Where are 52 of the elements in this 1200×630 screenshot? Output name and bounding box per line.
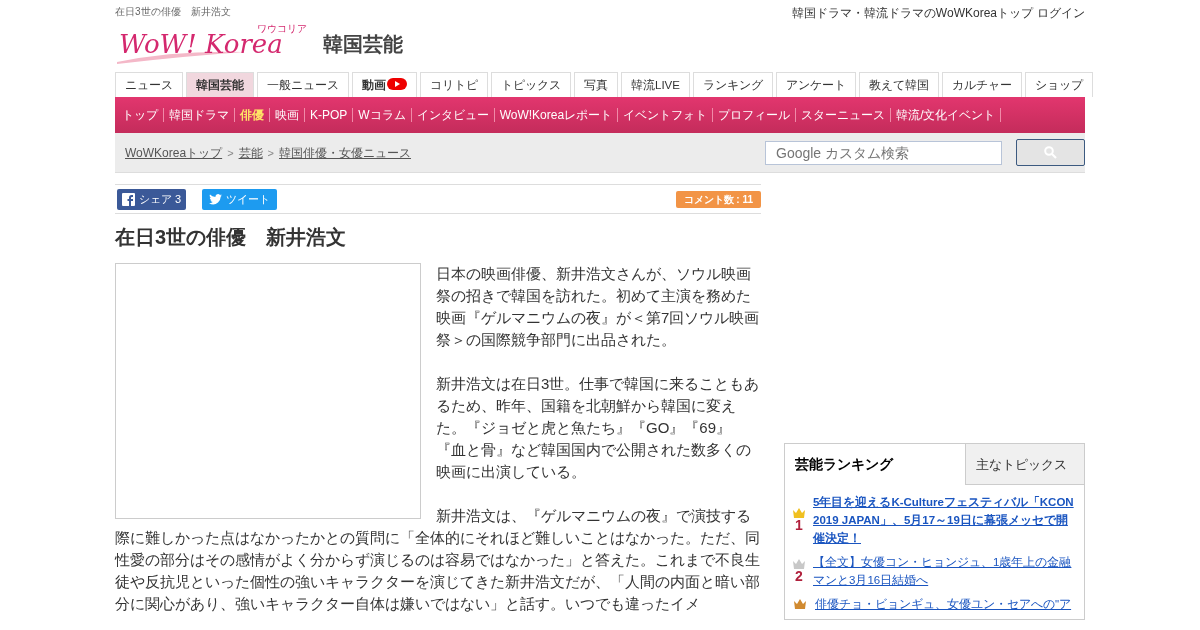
top-link[interactable]: 韓国ドラマ・韓流ドラマのWoWKoreaトップ	[791, 4, 1033, 22]
article-title: 在日3世の俳優 新井浩文	[115, 225, 348, 251]
ranking-link[interactable]: 【全文】女優コン・ヒョンジュ、1歳年上の金融マンと3月16日結婚へ	[813, 553, 1076, 590]
nav-tab[interactable]: 韓国芸能	[186, 72, 254, 98]
nav-tab[interactable]: 一般ニュース	[257, 72, 349, 98]
category-link[interactable]: 韓流/文化イベント	[891, 108, 1002, 123]
article-paragraph: 日本の映画俳優、新井浩文さんが、ソウル映画祭の招きで韓国を訪れた。初めて主演を務めた映画『ゲルマニウムの夜』が＜第7回ソウル映画祭＞の国際競争部門に出品された。	[435, 264, 761, 351]
rank-number: 2	[795, 569, 803, 584]
nav-tab[interactable]: 韓流LIVE	[621, 72, 690, 98]
facebook-icon	[122, 192, 135, 206]
category-link[interactable]: Wコラム	[353, 108, 412, 123]
search-icon	[1044, 146, 1057, 160]
category-link[interactable]: WoW!Koreaレポート	[494, 108, 619, 123]
separator: >	[227, 145, 234, 161]
category-link[interactable]: K-POP	[305, 108, 354, 123]
search-field[interactable]: Google カスタム検索	[765, 140, 1002, 165]
nav-tab[interactable]: アンケート	[775, 72, 856, 98]
nav-tab[interactable]: ショップ	[1024, 72, 1093, 98]
article-paragraph: 新井浩文は、『ゲルマニウムの夜』で演技する際に難しかった点はなかったかとの質問に「全体的にそれほど難しいことはなかった。ただ、同性愛の部分はその感情がよく分からず演じるのは容易ではなかった」と答えた。これまで不良生徒や反抗児といった個性の強いキャラクターを演じてきた新井浩文だが、「人間の内面と暗い部分に関心があり、強いキャラクター自体は嫌いではない」と話す。いつでも違ったイメ	[115, 506, 761, 615]
ranking-tab[interactable]: 主なトピックス	[965, 444, 1084, 486]
login-link[interactable]: ログイン	[1037, 4, 1085, 22]
nav-tab[interactable]: コリトピ	[420, 72, 488, 98]
nav-tab[interactable]: 教えて韓国	[858, 72, 939, 98]
category-link[interactable]: イベントフォト	[618, 108, 714, 123]
category-link[interactable]: インタビュー	[411, 108, 495, 123]
nav-tab[interactable]: トピックス	[491, 72, 571, 98]
category-link[interactable]: 俳優	[235, 108, 270, 123]
logo[interactable]: WoW! Korea ワウコリア	[115, 24, 307, 64]
breadcrumb-link[interactable]: 韓国俳優・女優ニュース	[279, 143, 411, 162]
section-title: 韓国芸能	[322, 32, 403, 57]
category-link[interactable]: プロフィール	[713, 108, 797, 123]
ranking-link[interactable]: 5年目を迎えるK-Cultureフェスティバル「KCON 2019 JAPAN」、5月17～19日に幕張メッセで開催決定！	[813, 493, 1076, 548]
breadcrumb-link[interactable]: 芸能	[238, 143, 263, 162]
category-link[interactable]: トップ	[117, 108, 164, 123]
category-link[interactable]: スターニュース	[796, 108, 892, 123]
nav-tab[interactable]: 写真	[574, 72, 618, 98]
category-link[interactable]: 映画	[270, 108, 305, 123]
facebook-share-button[interactable]: シェア 3	[117, 189, 187, 210]
bird-icon	[209, 193, 223, 205]
category-link[interactable]: 韓国ドラマ	[164, 108, 235, 123]
nav-tab[interactable]: カルチャー	[941, 72, 1022, 98]
page-title: 在日3世の俳優 新井浩文	[115, 5, 231, 19]
search-button[interactable]	[1016, 139, 1085, 167]
separator: >	[267, 145, 274, 161]
article-paragraph: 新井浩文は在日3世。仕事で韓国に来ることもあるため、昨年、国籍を北朝鮮から韓国に変えた。『ジョゼと虎と魚たち』『GO』『69』『血と骨』など韓国国内で公開された数多くの映画に出演している。	[435, 374, 761, 483]
ranking-link[interactable]: 俳優チョ・ビョンギュ、女優ユン・セアへの"ア	[815, 595, 1072, 614]
rank-number: 1	[795, 518, 803, 533]
play-icon	[387, 78, 407, 90]
breadcrumb-link[interactable]: WoWKoreaトップ	[125, 143, 223, 162]
nav-tab[interactable]: 動画	[352, 72, 417, 98]
nav-tab[interactable]: ニュース	[115, 72, 183, 98]
nav-tab[interactable]: ランキング	[692, 72, 773, 98]
